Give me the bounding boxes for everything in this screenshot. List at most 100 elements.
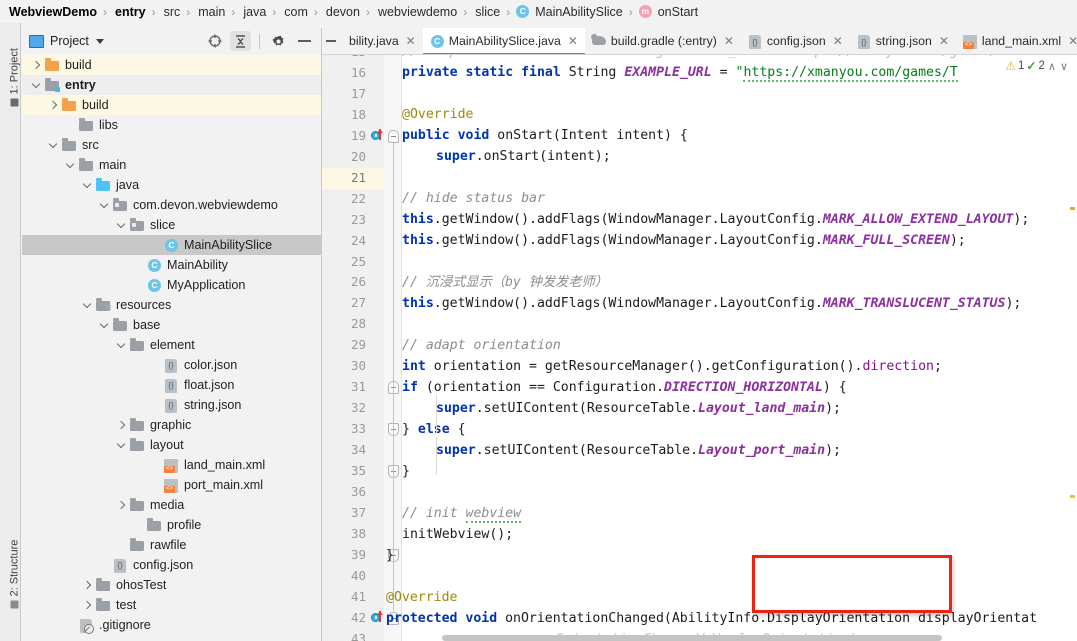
gutter-line-26[interactable]: 26 — [322, 272, 384, 293]
tree-item-config-json[interactable]: {}config.json — [22, 555, 321, 575]
tab-mainabilityslice-java[interactable]: C MainAbilitySlice.java ✕ — [423, 28, 585, 54]
tree-item-color-json[interactable]: {}color.json — [22, 355, 321, 375]
tree-item-graphic[interactable]: graphic — [22, 415, 321, 435]
close-icon[interactable]: ✕ — [1068, 34, 1077, 48]
chevron-down-icon[interactable] — [96, 39, 104, 44]
chevron-down-icon[interactable] — [47, 139, 60, 152]
tree-item-element[interactable]: element — [22, 335, 321, 355]
locate-icon[interactable] — [204, 31, 225, 51]
gutter-line-37[interactable]: 37 — [322, 503, 384, 524]
code-content[interactable]: // private static final String EXAMPLE_U… — [402, 55, 1077, 641]
tree-item-rawfile[interactable]: rawfile — [22, 535, 321, 555]
breadcrumb-item-entry[interactable]: entry› — [112, 5, 161, 19]
chevron-down-icon[interactable] — [30, 79, 43, 92]
project-tree[interactable]: buildentrybuildlibssrcmainjavacom.devon.… — [22, 55, 321, 641]
breadcrumb-item-java[interactable]: java› — [240, 5, 281, 19]
gutter-line-41[interactable]: 41 — [322, 587, 384, 608]
gutter-line-21[interactable]: 21 — [322, 168, 384, 189]
gutter-line-30[interactable]: 30 — [322, 356, 384, 377]
chevron-down-icon[interactable] — [98, 319, 111, 332]
gutter-line-39[interactable]: 39 — [322, 545, 384, 566]
marker-stripe-info[interactable] — [1070, 495, 1075, 498]
breakpoint-marker[interactable] — [370, 126, 384, 147]
breadcrumb-item-method[interactable]: monStart — [638, 5, 701, 19]
code-editor[interactable]: 1516171819202122232425262728293031323334… — [322, 55, 1077, 641]
chevron-down-icon[interactable] — [81, 299, 94, 312]
breadcrumb-item-com[interactable]: com› — [281, 5, 323, 19]
close-icon[interactable]: ✕ — [833, 34, 843, 48]
tree-item-main[interactable]: main — [22, 155, 321, 175]
tree-item-mainability[interactable]: CMainAbility — [22, 255, 321, 275]
gutter-line-35[interactable]: 35 — [322, 461, 384, 482]
breadcrumb-item-webviewdemo-pkg[interactable]: webviewdemo› — [375, 5, 472, 19]
gutter-line-29[interactable]: 29 — [322, 335, 384, 356]
gutter-line-18[interactable]: 18 — [322, 105, 384, 126]
fold-toggle-19[interactable] — [388, 130, 399, 143]
close-icon[interactable]: ✕ — [406, 34, 416, 48]
breadcrumb-item-devon[interactable]: devon› — [323, 5, 375, 19]
gutter-line-15[interactable]: 15 — [322, 55, 384, 63]
override-arrow-icon[interactable] — [379, 611, 381, 622]
close-icon[interactable]: ✕ — [568, 34, 578, 48]
gutter-line-34[interactable]: 34 — [322, 440, 384, 461]
tree-item-test[interactable]: test — [22, 595, 321, 615]
breadcrumb-item-main[interactable]: main› — [195, 5, 240, 19]
chevron-right-icon[interactable] — [47, 99, 60, 112]
breadcrumb-item-src[interactable]: src› — [161, 5, 196, 19]
tree-item-base[interactable]: base — [22, 315, 321, 335]
gutter-line-20[interactable]: 20 — [322, 147, 384, 168]
tree-item-float-json[interactable]: {}float.json — [22, 375, 321, 395]
tree-item-build[interactable]: build — [22, 55, 321, 75]
tree-item-java[interactable]: java — [22, 175, 321, 195]
gutter-line-24[interactable]: 24 — [322, 231, 384, 252]
tab-build-gradle[interactable]: build.gradle (:entry) ✕ — [585, 28, 741, 54]
tree-item-com-devon-webviewdemo[interactable]: com.devon.webviewdemo — [22, 195, 321, 215]
tree-item-myapplication[interactable]: CMyApplication — [22, 275, 321, 295]
tree-item-profile[interactable]: profile — [22, 515, 321, 535]
chevron-right-icon[interactable] — [115, 419, 128, 432]
breadcrumb-item-class[interactable]: CMainAbilitySlice› — [515, 5, 638, 19]
chevron-right-icon[interactable] — [81, 599, 94, 612]
tree-item-resources[interactable]: resources — [22, 295, 321, 315]
tab-bility-java[interactable]: bility.java ✕ — [342, 28, 423, 54]
chevron-right-icon[interactable] — [81, 579, 94, 592]
tree-item-land-main-xml[interactable]: land_main.xml — [22, 455, 321, 475]
tab-config-json[interactable]: {} config.json ✕ — [741, 28, 850, 54]
gutter-line-40[interactable]: 40 — [322, 566, 384, 587]
tree-item-slice[interactable]: slice — [22, 215, 321, 235]
tree-item-string-json[interactable]: {}string.json — [22, 395, 321, 415]
gutter-line-23[interactable]: 23 — [322, 210, 384, 231]
tree-item-layout[interactable]: layout — [22, 435, 321, 455]
tree-item-media[interactable]: media — [22, 495, 321, 515]
gutter-line-17[interactable]: 17 — [322, 84, 384, 105]
gutter-line-42[interactable]: 42 — [322, 608, 384, 629]
gutter-line-38[interactable]: 38 — [322, 524, 384, 545]
chevron-right-icon[interactable] — [30, 59, 43, 72]
chevron-down-icon[interactable] — [64, 159, 77, 172]
tree-item-src[interactable]: src — [22, 135, 321, 155]
tab-land-main-xml[interactable]: land_main.xml ✕ — [956, 28, 1077, 54]
minimize-icon[interactable] — [294, 31, 315, 51]
editor-horizontal-scrollbar[interactable] — [442, 635, 942, 641]
gutter-line-28[interactable]: 28 — [322, 314, 384, 335]
collapse-all-icon[interactable] — [230, 31, 251, 51]
gutter-line-19[interactable]: 19 — [322, 126, 384, 147]
gear-icon[interactable] — [268, 31, 289, 51]
chevron-down-icon[interactable] — [115, 439, 128, 452]
gutter-line-33[interactable]: 33 — [322, 419, 384, 440]
gutter-line-22[interactable]: 22 — [322, 189, 384, 210]
gutter-line-25[interactable]: 25 — [322, 252, 384, 273]
breadcrumb-item-slice[interactable]: slice› — [472, 5, 515, 19]
chevron-down-icon[interactable] — [115, 339, 128, 352]
tree-item-libs[interactable]: libs — [22, 115, 321, 135]
gutter-line-36[interactable]: 36 — [322, 482, 384, 503]
breadcrumb-item-webviewdemo[interactable]: WebviewDemo› — [6, 5, 112, 19]
gutter-line-16[interactable]: 16 — [322, 63, 384, 84]
tree-item-ohostest[interactable]: ohosTest — [22, 575, 321, 595]
close-icon[interactable]: ✕ — [939, 34, 949, 48]
tree-item-entry[interactable]: entry — [22, 75, 321, 95]
editor-gutter[interactable]: 1516171819202122232425262728293031323334… — [322, 55, 384, 641]
gutter-line-32[interactable]: 32 — [322, 398, 384, 419]
tree-item-mainabilityslice[interactable]: CMainAbilitySlice — [22, 235, 321, 255]
tab-string-json[interactable]: {} string.json ✕ — [850, 28, 956, 54]
